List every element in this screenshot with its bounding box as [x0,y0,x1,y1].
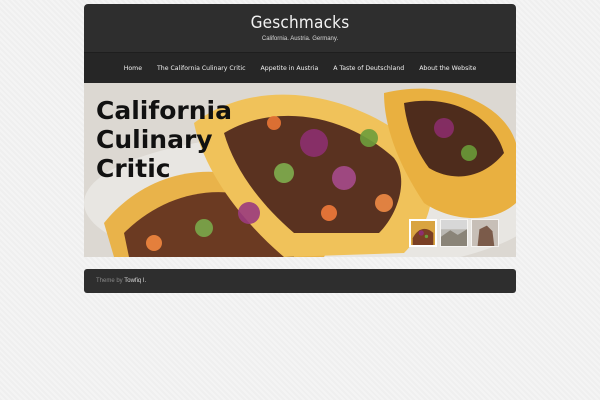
slider-thumbnails [409,219,499,247]
nav-item-home[interactable]: Home [116,65,149,72]
rock-thumbnail-image [472,220,498,246]
page-container: Geschmacks California. Austria. Germany.… [84,4,516,257]
slide-caption-line-1: California [96,96,232,125]
nav-item-california-culinary-critic[interactable]: The California Culinary Critic [150,65,254,72]
site-header: Geschmacks California. Austria. Germany. [84,4,516,53]
site-title[interactable]: Geschmacks [84,4,516,33]
footer-author-link[interactable]: Towfiq I. [124,278,146,284]
footer-credit-prefix: Theme by [96,278,125,284]
nav-item-taste-of-deutschland[interactable]: A Taste of Deutschland [326,65,412,72]
landscape-thumbnail[interactable] [440,219,468,247]
nav-item-about-the-website[interactable]: About the Website [412,65,484,72]
landscape-thumbnail-image [441,220,467,246]
nav-item-appetite-in-austria[interactable]: Appetite in Austria [253,65,326,72]
site-footer: Theme by Towfiq I. [84,269,516,293]
site-tagline: California. Austria. Germany. [261,36,339,42]
tacos-thumbnail[interactable] [409,219,437,247]
rock-thumbnail[interactable] [471,219,499,247]
slide-caption[interactable]: California Culinary Critic [96,96,276,183]
slide-caption-line-2: Culinary [96,125,213,154]
slide-caption-line-3: Critic [96,154,171,183]
main-navigation: Home The California Culinary Critic Appe… [84,53,516,83]
featured-slider[interactable]: California Culinary Critic [84,83,516,257]
tacos-thumbnail-image [411,221,435,245]
